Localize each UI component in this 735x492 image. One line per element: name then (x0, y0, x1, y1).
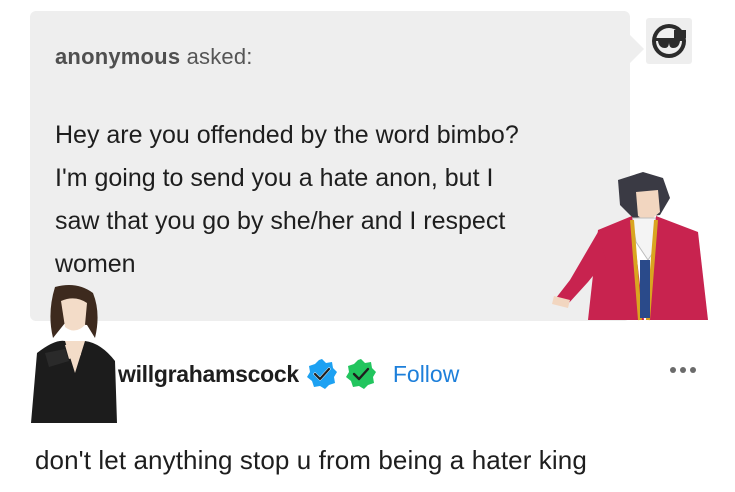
ask-bubble: anonymous asked: Hey are you offended by… (30, 11, 644, 321)
post-header: willgrahamscock Follow (118, 356, 459, 392)
ask-bubble-tail (630, 35, 644, 63)
verified-check-icon (306, 359, 337, 389)
ask-line: Hey are you offended by the word bimbo? (55, 121, 519, 149)
ask-line: I'm going to send you a hate anon, but I (55, 164, 494, 192)
anonymous-sunglasses-icon (652, 24, 686, 58)
more-options-icon[interactable] (668, 364, 698, 376)
follow-button[interactable]: Follow (393, 361, 459, 388)
ask-line: saw that you go by she/her and I respect (55, 207, 506, 235)
ask-header: anonymous asked: (55, 44, 253, 70)
asker-name[interactable]: anonymous (55, 44, 180, 69)
post-body-text: don't let anything stop u from being a h… (35, 445, 587, 475)
verified-check-icon (345, 359, 376, 389)
username[interactable]: willgrahamscock (118, 361, 299, 388)
anonymous-avatar[interactable] (646, 18, 692, 64)
ask-body: Hey are you offended by the word bimbo? … (55, 114, 615, 286)
ask-line: women (55, 250, 136, 278)
character-sticker-left (31, 285, 117, 423)
character-sticker-right (552, 172, 708, 321)
ask-verb: asked: (186, 44, 253, 69)
